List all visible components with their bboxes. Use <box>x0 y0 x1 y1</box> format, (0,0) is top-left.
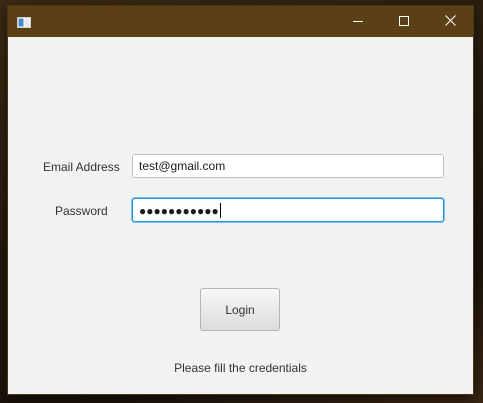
login-button[interactable]: Login <box>200 288 280 331</box>
email-field[interactable]: test@gmail.com <box>132 154 444 178</box>
close-icon <box>444 13 456 31</box>
minimize-icon <box>353 13 363 31</box>
password-field[interactable]: ●●●●●●●●●●● <box>132 198 444 222</box>
text-caret <box>219 203 221 219</box>
password-label: Password <box>55 204 108 218</box>
email-value: test@gmail.com <box>139 159 226 173</box>
close-button[interactable] <box>427 6 473 37</box>
status-message: Please fill the credentials <box>174 361 307 375</box>
title-bar[interactable] <box>8 6 473 37</box>
maximize-icon <box>399 13 409 31</box>
minimize-button[interactable] <box>335 6 381 37</box>
email-label: Email Address <box>43 160 120 174</box>
password-value: ●●●●●●●●●●● <box>139 203 219 218</box>
maximize-button[interactable] <box>381 6 427 37</box>
login-button-label: Login <box>225 302 255 317</box>
app-window-icon <box>17 15 31 28</box>
login-window: Email Address test@gmail.com Password ●●… <box>8 6 473 394</box>
